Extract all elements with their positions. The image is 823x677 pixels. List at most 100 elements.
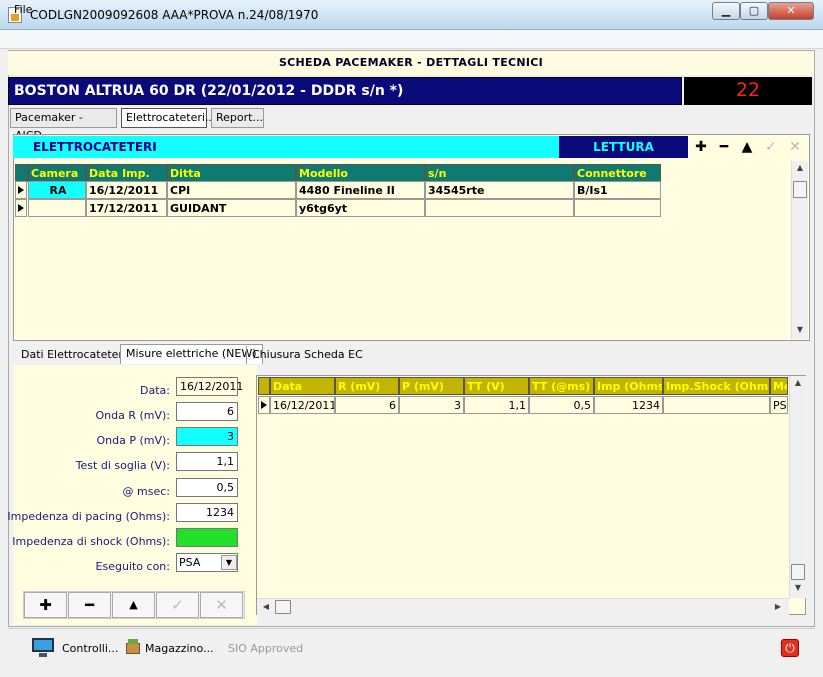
scroll-thumb[interactable]: [791, 564, 805, 580]
table-cell[interactable]: RA: [28, 181, 86, 199]
data-label: Data:: [140, 384, 170, 397]
onda-r-field[interactable]: 6: [176, 402, 238, 421]
minimize-button[interactable]: ▁: [712, 2, 740, 20]
row-header: [15, 199, 27, 217]
counter-display: 22: [684, 77, 812, 105]
table-cell[interactable]: 16/12/2011: [270, 396, 335, 414]
scroll-thumb[interactable]: [793, 181, 807, 198]
onda-p-field[interactable]: 3: [176, 427, 238, 446]
page-title: SCHEDA PACEMAKER - DETTAGLI TECNICI: [8, 51, 814, 75]
table-cell[interactable]: [28, 199, 86, 217]
table-cell[interactable]: [425, 199, 574, 217]
dropdown-arrow-icon[interactable]: ▼: [221, 555, 237, 570]
warehouse-icon[interactable]: [124, 638, 142, 656]
table-cell[interactable]: [663, 396, 770, 414]
column-header[interactable]: Data: [270, 377, 335, 395]
sio-approved-label: SIO Approved: [228, 642, 304, 655]
table-cell[interactable]: 1234: [594, 396, 663, 414]
confirm-icon[interactable]: ✓: [156, 592, 199, 618]
tab-elettrocateteri[interactable]: Elettrocateteri...: [121, 108, 215, 128]
onda-p-label: Onda P (mV):: [96, 434, 170, 447]
cancel-icon[interactable]: ✕: [784, 136, 806, 158]
onda-r-label: Onda R (mV):: [95, 409, 170, 422]
scroll-left-icon[interactable]: ◀: [259, 602, 273, 611]
column-header[interactable]: Imp.Shock (Ohms): [663, 377, 770, 395]
power-icon[interactable]: ⏻: [781, 639, 799, 657]
table-cell[interactable]: CPI: [167, 181, 296, 199]
cancel-icon[interactable]: ✕: [200, 592, 243, 618]
column-header[interactable]: Connettore: [574, 164, 661, 182]
column-header[interactable]: s/n: [425, 164, 574, 182]
table-cell[interactable]: 0,5: [529, 396, 594, 414]
column-header[interactable]: TT (V): [464, 377, 529, 395]
data-field[interactable]: 16/12/2011: [176, 377, 243, 396]
column-header[interactable]: Camera: [28, 164, 86, 182]
tab-pacemaker[interactable]: Pacemaker - AICD...: [10, 108, 117, 142]
table-cell[interactable]: PS.: [770, 396, 788, 414]
table-cell[interactable]: y6tg6yt: [296, 199, 425, 217]
table-cell[interactable]: B/Is1: [574, 181, 661, 199]
test-soglia-field[interactable]: 1,1: [176, 452, 238, 471]
scroll-up-icon[interactable]: ▲: [793, 163, 807, 172]
grid-corner: [15, 164, 28, 182]
column-header[interactable]: Imp (Ohms): [594, 377, 663, 395]
up-icon[interactable]: ▲: [112, 592, 155, 618]
scroll-thumb[interactable]: [275, 600, 291, 614]
table-cell[interactable]: 4480 Fineline II: [296, 181, 425, 199]
column-header[interactable]: Ditta: [167, 164, 296, 182]
grid-corner: [258, 377, 270, 395]
delete-icon[interactable]: ━: [713, 136, 735, 158]
table-cell[interactable]: 34545rte: [425, 181, 574, 199]
vertical-scrollbar[interactable]: ▲ ▼: [789, 376, 806, 598]
vertical-scrollbar[interactable]: ▲ ▼: [791, 161, 808, 339]
scroll-right-icon[interactable]: ▶: [771, 602, 785, 611]
table-cell[interactable]: 6: [335, 396, 399, 414]
confirm-icon[interactable]: ✓: [760, 136, 782, 158]
column-header[interactable]: R (mV): [335, 377, 399, 395]
impedenza-shock-field[interactable]: [176, 528, 238, 547]
msec-field[interactable]: 0,5: [176, 478, 238, 497]
table-cell[interactable]: 17/12/2011: [86, 199, 167, 217]
controlli-button[interactable]: Controlli...: [62, 640, 118, 658]
tab-report[interactable]: Report...: [211, 108, 264, 128]
scroll-down-icon[interactable]: ▼: [793, 325, 807, 334]
row-pointer-icon: [258, 396, 270, 414]
table-cell[interactable]: [574, 199, 661, 217]
column-header[interactable]: Modello: [296, 164, 425, 182]
row-pointer-icon: [15, 181, 27, 199]
lettura-archivio-button[interactable]: LETTURA ARCHIVIO: [559, 136, 688, 176]
menu-bar: [0, 30, 823, 49]
impedenza-pacing-field[interactable]: 1234: [176, 503, 238, 522]
table-cell[interactable]: GUIDANT: [167, 199, 296, 217]
test-soglia-label: Test di soglia (V):: [75, 459, 170, 472]
tab-misure-elettriche[interactable]: Misure elettriche (NEW): [120, 344, 263, 364]
horizontal-scrollbar[interactable]: ◀ ▶: [257, 598, 789, 615]
column-header[interactable]: TT (@ms): [529, 377, 594, 395]
impedenza-pacing-label: Impedenza di pacing (Ohms):: [7, 510, 170, 523]
add-icon[interactable]: ✚: [24, 592, 67, 618]
scroll-up-icon[interactable]: ▲: [791, 378, 805, 387]
table-cell[interactable]: 16/12/2011: [86, 181, 167, 199]
close-button[interactable]: ✕: [768, 2, 814, 20]
column-header[interactable]: P (mV): [399, 377, 464, 395]
magazzino-button[interactable]: Magazzino...: [145, 640, 214, 658]
eseguito-label: Eseguito con:: [95, 560, 170, 573]
device-bar: BOSTON ALTRUA 60 DR (22/01/2012 - DDDR s…: [8, 77, 682, 105]
window-title: CODLGN2009092608 AAA*PROVA n.24/08/1970: [30, 8, 319, 22]
maximize-button[interactable]: ▢: [740, 2, 768, 20]
table-cell[interactable]: 1,1: [464, 396, 529, 414]
scroll-down-icon[interactable]: ▼: [791, 583, 805, 592]
add-icon[interactable]: ✚: [690, 136, 712, 158]
up-icon[interactable]: ▲: [736, 136, 758, 158]
tab-chiusura-scheda[interactable]: Chiusura Scheda EC: [246, 346, 368, 364]
column-header[interactable]: Data Imp.: [86, 164, 167, 182]
menu-file[interactable]: File: [14, 3, 32, 16]
column-header[interactable]: Me: [770, 377, 788, 395]
impedenza-shock-label: Impedenza di shock (Ohms):: [12, 535, 170, 548]
monitor-icon[interactable]: [32, 636, 56, 658]
msec-label: @ msec:: [122, 485, 170, 498]
eseguito-value: PSA: [179, 556, 201, 569]
delete-icon[interactable]: ━: [68, 592, 111, 618]
tab-dati-elettrocatetere[interactable]: Dati Elettrocatetere: [16, 346, 135, 364]
table-cell[interactable]: 3: [399, 396, 464, 414]
